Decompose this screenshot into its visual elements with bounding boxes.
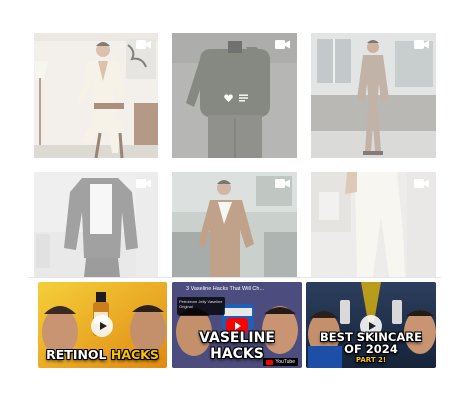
post-tile-cream-trousers[interactable] [311, 172, 436, 277]
post-image [34, 33, 158, 158]
video-camera-icon [136, 179, 151, 188]
video-subcaption: PART 2! [355, 356, 387, 364]
profile-media-page: RETINOL HACKS 3 Vaseline Hacks That Will… [0, 0, 474, 410]
post-tile-olive-sweater[interactable] [172, 33, 297, 158]
post-tile-suede-jacket[interactable] [172, 172, 297, 277]
video-caption: BEST SKINCARE OF 2024 [320, 330, 422, 356]
post-tile-taupe-suit[interactable] [311, 33, 436, 158]
video-camera-icon [136, 40, 151, 49]
video-camera-icon [414, 40, 429, 49]
heart-icon[interactable] [224, 94, 233, 102]
play-icon [91, 315, 113, 337]
video-card-retinol[interactable]: RETINOL HACKS [38, 282, 167, 368]
post-image [311, 33, 436, 158]
video-camera-icon [414, 179, 429, 188]
post-tile-beige-suit[interactable] [34, 33, 158, 158]
post-tile-black-bomber[interactable] [34, 172, 158, 277]
product-chip: Petroleum Jelly Vaseline Original [177, 297, 225, 315]
video-card-best-skincare[interactable]: BEST SKINCARE OF 2024 PART 2! [306, 282, 436, 368]
video-camera-icon [275, 40, 290, 49]
youtube-logo: YouTube [263, 358, 298, 366]
video-card-vaseline[interactable]: 3 Vaseline Hacks That Will Ch... Petrole… [172, 282, 302, 368]
hover-actions [224, 94, 248, 102]
video-camera-icon [275, 179, 290, 188]
section-divider [29, 277, 441, 278]
video-caption: RETINOL HACKS [46, 347, 159, 362]
comment-icon[interactable] [239, 94, 248, 102]
video-title: 3 Vaseline Hacks That Will Ch... [186, 286, 265, 292]
